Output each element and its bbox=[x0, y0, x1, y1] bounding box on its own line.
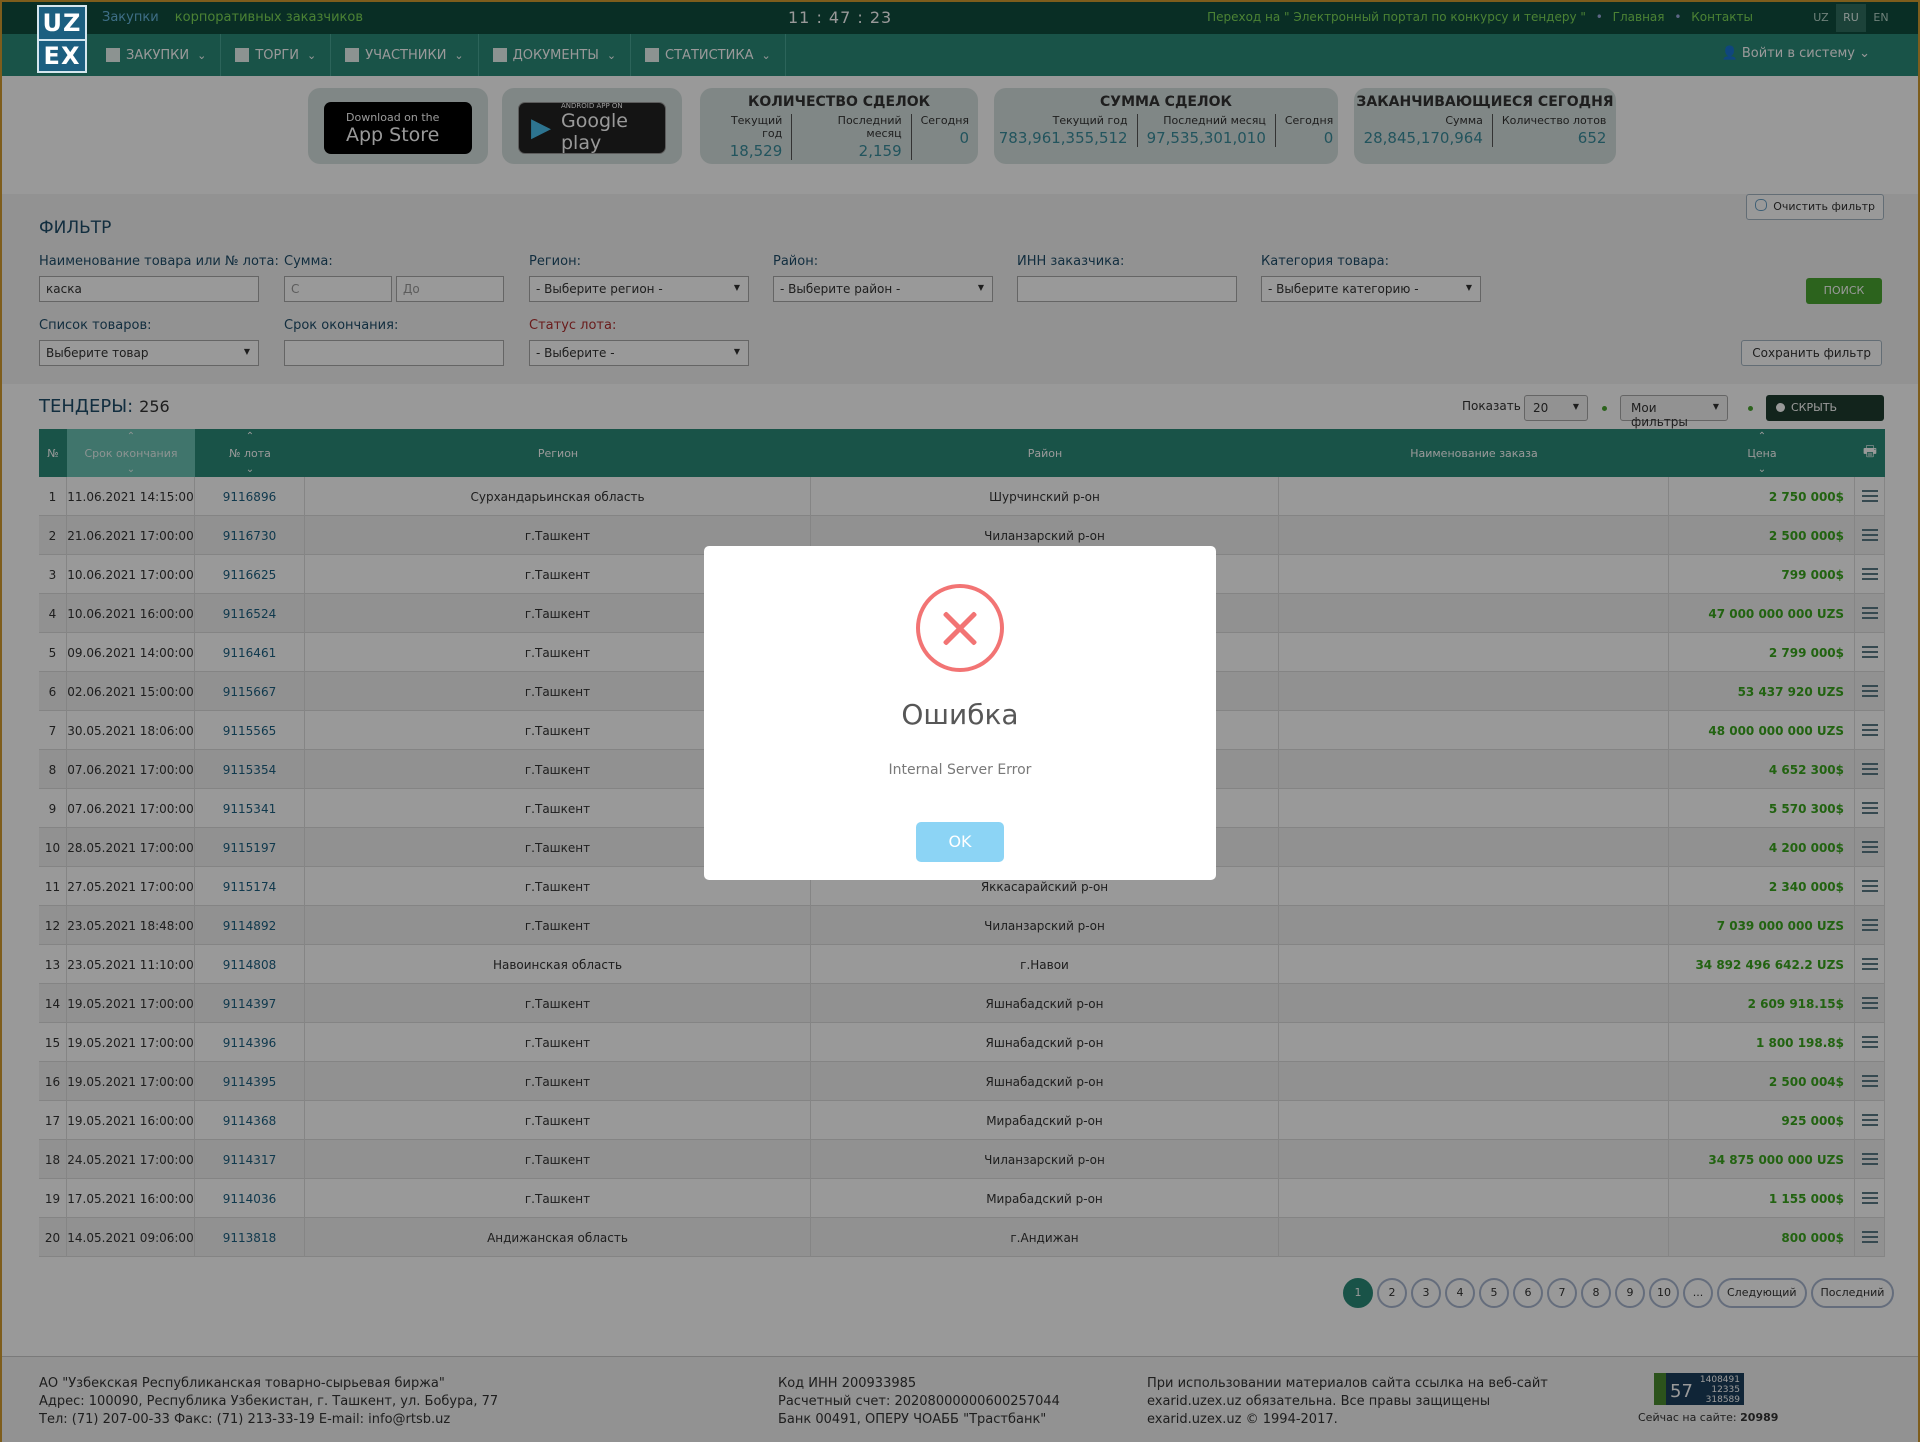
modal-message: Internal Server Error bbox=[888, 762, 1032, 778]
ok-button[interactable]: OK bbox=[916, 822, 1004, 862]
uzex-logo[interactable]: UZ EX bbox=[37, 5, 87, 73]
logo-bottom: EX bbox=[39, 39, 85, 71]
error-modal: Ошибка Internal Server Error OK bbox=[704, 546, 1216, 880]
error-x-icon bbox=[916, 584, 1004, 672]
modal-title: Ошибка bbox=[901, 698, 1019, 731]
logo-top: UZ bbox=[42, 9, 82, 37]
